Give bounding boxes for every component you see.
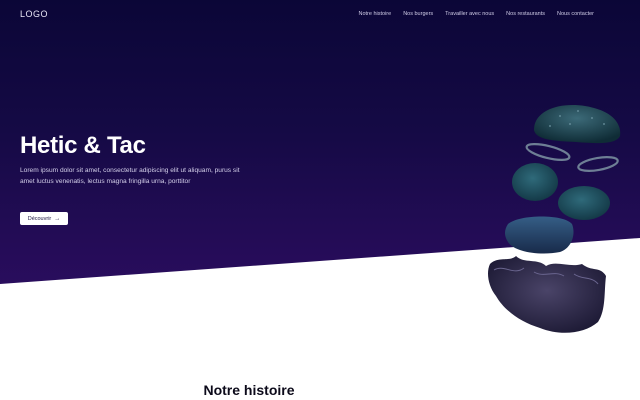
hero-title: Hetic & Tac <box>20 132 146 159</box>
section-title-text: Notre histoire <box>203 382 295 398</box>
discover-button[interactable]: Découvrir → <box>20 212 68 225</box>
nav-link-travailler[interactable]: Travailler avec nous <box>445 11 494 17</box>
bottom-bun-lettuce <box>488 256 606 333</box>
exploded-burger-illustration <box>488 105 621 333</box>
logo[interactable]: LOGO <box>20 9 48 19</box>
hero-description: Lorem ipsum dolor sit amet, consectetur … <box>20 167 240 185</box>
nav-link-nos-restaurants[interactable]: Nos restaurants <box>506 11 545 17</box>
top-bun <box>534 105 621 144</box>
nav-link-notre-histoire[interactable]: Notre histoire <box>358 11 391 17</box>
arrow-right-icon: → <box>54 215 61 222</box>
nav-link-nous-contacter[interactable]: Nous contacter <box>557 11 594 17</box>
patty <box>505 216 574 254</box>
section-title-notre-histoire: Notre histoire <box>0 382 640 398</box>
discover-button-label: Découvrir <box>27 215 52 222</box>
main-nav: Notre histoire Nos burgers Travailler av… <box>358 11 594 17</box>
nav-link-nos-burgers[interactable]: Nos burgers <box>403 11 433 17</box>
